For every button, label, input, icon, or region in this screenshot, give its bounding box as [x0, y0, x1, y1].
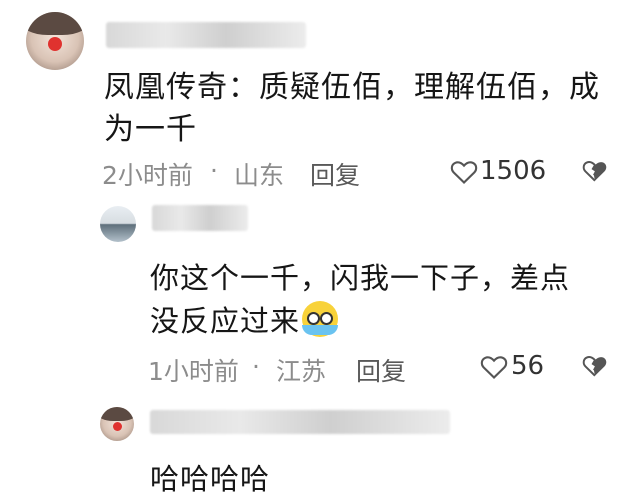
meta-separator: ·: [252, 352, 260, 381]
user-avatar[interactable]: [100, 407, 134, 441]
like-count: 56: [511, 351, 545, 381]
broken-heart-icon[interactable]: [582, 354, 608, 378]
comment-text-continued: 没反应过来: [150, 298, 339, 340]
reply-button[interactable]: 回复: [356, 352, 406, 388]
comment-time: 2小时前: [102, 161, 193, 190]
comment-time: 1小时前: [148, 357, 239, 386]
user-avatar[interactable]: [26, 12, 84, 70]
comment-text: 凤凰传奇：质疑伍佰，理解伍佰，成: [104, 70, 600, 105]
like-count: 1506: [480, 156, 547, 186]
username-blurred[interactable]: [152, 205, 248, 231]
username-blurred[interactable]: [106, 22, 306, 48]
heart-outline-icon[interactable]: [450, 159, 478, 185]
meta-separator: ·: [210, 156, 218, 185]
username-blurred[interactable]: [150, 410, 450, 434]
comment-text: 你这个一千，闪我一下子，差点: [150, 261, 571, 295]
broken-heart-icon[interactable]: [582, 159, 608, 183]
reply-button[interactable]: 回复: [310, 156, 360, 192]
heart-outline-icon[interactable]: [480, 354, 508, 380]
user-avatar[interactable]: [100, 206, 136, 242]
comment-text-part: 没反应过来: [150, 304, 301, 338]
comment-location: 山东: [234, 161, 285, 190]
crying-laughing-emoji-icon: [302, 301, 339, 337]
comment-text-continued: 为一千: [104, 112, 197, 147]
comment-location: 江苏: [276, 357, 327, 386]
comment-text: 哈哈哈哈: [150, 462, 271, 496]
